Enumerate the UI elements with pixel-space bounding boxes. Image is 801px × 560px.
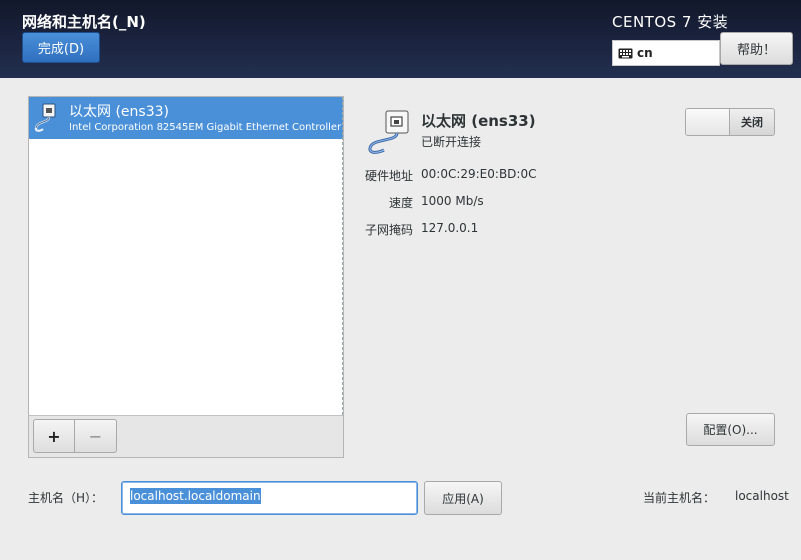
current-hostname-value: localhost [735,489,789,503]
toggle-knob [686,109,730,135]
device-power-toggle[interactable]: 关闭 [685,108,775,136]
device-list-panel: 以太网 (ens33) Intel Corporation 82545EM Gi… [28,96,344,458]
device-status: 已断开连接 [421,135,482,149]
hardware-address-value: 00:0C:29:E0:BD:0C [421,167,537,181]
remove-device-button[interactable]: − [75,419,117,453]
hostname-label: 主机名（H）： [28,491,104,505]
subnet-mask-value: 127.0.0.1 [421,221,479,235]
current-hostname-label: 当前主机名： [643,491,716,505]
add-device-button[interactable]: + [33,419,75,453]
page-title: 网络和主机名(_N) [22,13,146,31]
device-list[interactable]: 以太网 (ens33) Intel Corporation 82545EM Gi… [29,97,343,416]
hostname-input[interactable]: localhost.localdomain [121,481,418,515]
keyboard-layout-label: cn [637,46,653,60]
ethernet-icon [368,110,409,154]
device-list-toolbar: + − [33,419,117,453]
done-button[interactable]: 完成(D) [22,32,100,63]
subnet-mask-label: 子网掩码 [364,223,413,237]
device-detail-title: 以太网 (ens33) [421,112,536,130]
keyboard-layout-indicator[interactable]: cn [612,40,720,66]
device-description: Intel Corporation 82545EM Gigabit Ethern… [69,122,343,133]
toggle-label: 关闭 [741,116,763,129]
keyboard-icon [618,48,633,58]
hardware-address-label: 硬件地址 [364,169,413,183]
device-list-item-ens33[interactable]: 以太网 (ens33) Intel Corporation 82545EM Gi… [29,97,343,139]
speed-label: 速度 [388,196,413,210]
help-button[interactable]: 帮助！ [720,32,793,65]
apply-hostname-button[interactable]: 应用(A) [424,481,502,515]
header-bar: 网络和主机名(_N) 完成(D) CENTOS 7 安装 cn 帮助！ [0,0,801,78]
device-name: 以太网 (ens33) [69,104,169,120]
speed-value: 1000 Mb/s [421,194,484,208]
configure-button[interactable]: 配置(O)... [686,413,775,446]
product-title: CENTOS 7 安装 [612,13,729,31]
hostname-input-text: localhost.localdomain [130,488,261,504]
ethernet-icon [34,103,56,132]
